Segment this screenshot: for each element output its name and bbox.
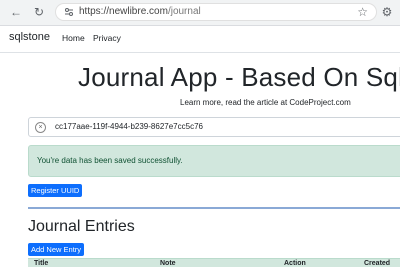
extensions-gear-icon[interactable]: ⚙	[380, 5, 394, 19]
brand-logo[interactable]: sqlstone	[9, 31, 50, 43]
back-arrow-icon[interactable]: ←	[9, 5, 23, 19]
bookmark-star-icon[interactable]: ☆	[357, 5, 368, 19]
reload-icon[interactable]: ↻	[32, 5, 46, 19]
url-path: /journal	[167, 6, 201, 17]
section-title: Journal Entries	[28, 218, 135, 235]
clear-icon[interactable]: ×	[35, 122, 46, 133]
nav-link-privacy[interactable]: Privacy	[93, 33, 121, 43]
url-host: https://newlibre.com	[79, 6, 168, 17]
alert-text: You're data has been saved successfully.	[37, 156, 183, 165]
add-new-entry-button[interactable]: Add New Entry	[28, 243, 85, 256]
app-navbar: sqlstone Home Privacy	[0, 26, 400, 53]
page-subtitle: Learn more, read the article at CodeProj…	[180, 98, 351, 107]
address-bar[interactable]: https://newlibre.com/journal ☆	[55, 3, 377, 21]
page-title: Journal App - Based On Sqls	[78, 62, 400, 92]
uuid-input[interactable]: × cc177aae-119f-4944-b239-8627e7cc5c76	[28, 117, 400, 137]
url-text: https://newlibre.com/journal	[79, 6, 201, 17]
browser-toolbar: ← ↻ https://newlibre.com/journal ☆ ⚙	[0, 0, 400, 26]
success-alert: You're data has been saved successfully.	[28, 145, 400, 177]
nav-link-home[interactable]: Home	[62, 33, 85, 43]
site-settings-icon[interactable]	[64, 7, 74, 17]
section-divider	[28, 207, 400, 209]
uuid-value: cc177aae-119f-4944-b239-8627e7cc5c76	[55, 122, 203, 131]
register-uuid-button[interactable]: Register UUID	[28, 184, 83, 197]
